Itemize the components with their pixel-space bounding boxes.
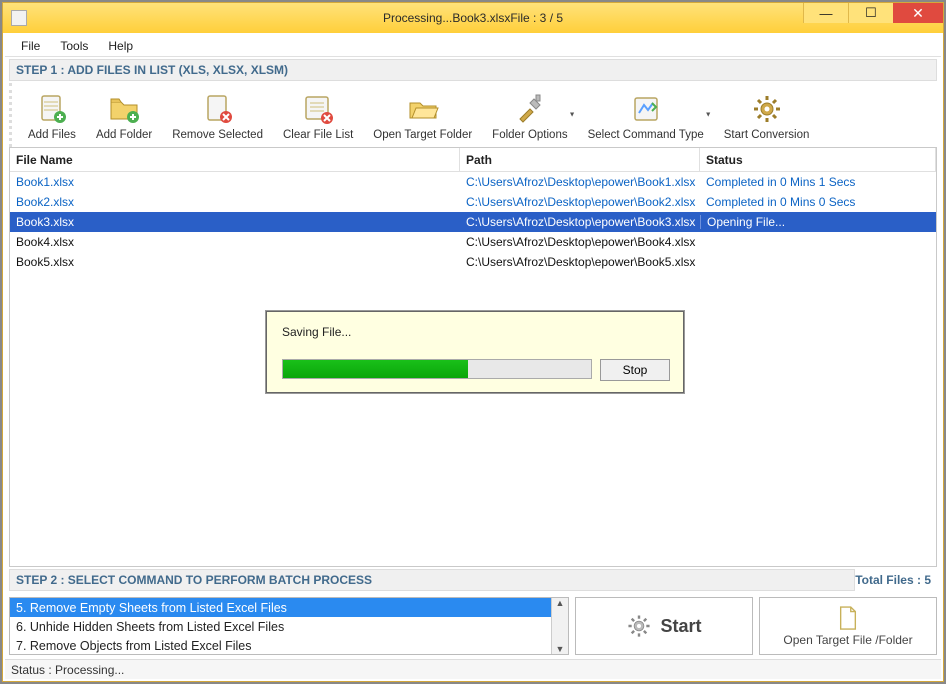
cell-path: C:\Users\Afroz\Desktop\epower\Book3.xlsx (460, 215, 700, 229)
add-files-label: Add Files (28, 129, 76, 141)
chevron-down-icon: ▼ (569, 112, 576, 119)
cell-status: Completed in 0 Mins 1 Secs (700, 175, 936, 189)
minimize-button[interactable]: — (803, 3, 848, 23)
folder-options-button[interactable]: Folder Options ▼ (482, 83, 577, 147)
app-window: Processing...Book3.xlsxFile : 3 / 5 — ☐ … (2, 2, 944, 682)
total-files-label: Total Files : 5 (855, 573, 937, 587)
add-folder-label: Add Folder (96, 129, 152, 141)
cell-path: C:\Users\Afroz\Desktop\epower\Book1.xlsx (460, 175, 700, 189)
folder-options-label: Folder Options (492, 129, 567, 141)
command-option[interactable]: 5. Remove Empty Sheets from Listed Excel… (10, 598, 551, 617)
toolbar: Add Files Add Folder Remove Selected Cle… (9, 83, 937, 147)
menu-tools[interactable]: Tools (50, 37, 98, 55)
progress-message: Saving File... (282, 325, 351, 339)
menu-help[interactable]: Help (98, 37, 143, 55)
add-files-button[interactable]: Add Files (18, 83, 86, 147)
status-bar: Status : Processing... (5, 659, 941, 679)
file-x-icon (202, 93, 234, 125)
chevron-down-icon: ▼ (705, 112, 712, 119)
select-command-type-button[interactable]: Select Command Type ▼ (578, 83, 714, 147)
cell-name: Book4.xlsx (10, 235, 460, 249)
scroll-down-icon[interactable]: ▼ (556, 644, 565, 654)
maximize-button[interactable]: ☐ (848, 3, 893, 23)
step1-header: STEP 1 : ADD FILES IN LIST (XLS, XLSX, X… (9, 59, 937, 81)
start-conversion-button[interactable]: Start Conversion (714, 83, 820, 147)
open-target-button[interactable]: Open Target File /Folder (759, 597, 937, 655)
command-option[interactable]: 7. Remove Objects from Listed Excel File… (10, 636, 551, 655)
menu-bar: File Tools Help (5, 35, 941, 57)
remove-selected-label: Remove Selected (172, 129, 263, 141)
progress-dialog: Saving File... Stop (265, 310, 685, 394)
open-target-label: Open Target File /Folder (783, 633, 912, 647)
cell-status: Opening File... (700, 215, 936, 229)
table-row[interactable]: Book1.xlsxC:\Users\Afroz\Desktop\epower\… (10, 172, 936, 192)
start-conversion-label: Start Conversion (724, 129, 810, 141)
file-icon (837, 605, 859, 631)
progress-bar (282, 359, 592, 379)
cell-path: C:\Users\Afroz\Desktop\epower\Book2.xlsx (460, 195, 700, 209)
clear-file-list-button[interactable]: Clear File List (273, 83, 363, 147)
command-scrollbar[interactable]: ▲ ▼ (551, 598, 568, 654)
progress-fill (283, 360, 468, 378)
stop-button[interactable]: Stop (600, 359, 670, 381)
table-row[interactable]: Book2.xlsxC:\Users\Afroz\Desktop\epower\… (10, 192, 936, 212)
cell-name: Book2.xlsx (10, 195, 460, 209)
command-list[interactable]: 5. Remove Empty Sheets from Listed Excel… (9, 597, 569, 655)
titlebar[interactable]: Processing...Book3.xlsxFile : 3 / 5 — ☐ … (3, 3, 943, 33)
scroll-up-icon[interactable]: ▲ (556, 598, 565, 608)
app-icon (11, 10, 27, 26)
step2-header: STEP 2 : SELECT COMMAND TO PERFORM BATCH… (9, 569, 855, 591)
remove-selected-button[interactable]: Remove Selected (162, 83, 273, 147)
gear-icon (626, 613, 652, 639)
command-icon (630, 93, 662, 125)
select-command-type-label: Select Command Type (588, 129, 704, 141)
start-button[interactable]: Start (575, 597, 753, 655)
table-row[interactable]: Book3.xlsxC:\Users\Afroz\Desktop\epower\… (10, 212, 936, 232)
file-plus-icon (36, 93, 68, 125)
close-button[interactable]: ✕ (893, 3, 943, 23)
col-header-path[interactable]: Path (460, 148, 700, 172)
cell-path: C:\Users\Afroz\Desktop\epower\Book4.xlsx (460, 235, 700, 249)
gear-icon (751, 93, 783, 125)
step2-wrap: STEP 2 : SELECT COMMAND TO PERFORM BATCH… (9, 569, 937, 591)
cell-status: Completed in 0 Mins 0 Secs (700, 195, 936, 209)
cell-name: Book3.xlsx (10, 215, 460, 229)
list-x-icon (302, 93, 334, 125)
add-folder-button[interactable]: Add Folder (86, 83, 162, 147)
open-target-folder-button[interactable]: Open Target Folder (363, 83, 482, 147)
folder-plus-icon (108, 93, 140, 125)
tools-icon (514, 93, 546, 125)
file-list-header: File Name Path Status (10, 148, 936, 172)
cell-path: C:\Users\Afroz\Desktop\epower\Book5.xlsx (460, 255, 700, 269)
open-target-folder-label: Open Target Folder (373, 129, 472, 141)
window-title: Processing...Book3.xlsxFile : 3 / 5 (3, 11, 943, 25)
command-option[interactable]: 6. Unhide Hidden Sheets from Listed Exce… (10, 617, 551, 636)
clear-file-list-label: Clear File List (283, 129, 353, 141)
col-header-name[interactable]: File Name (10, 148, 460, 172)
start-label: Start (660, 616, 701, 637)
cell-name: Book5.xlsx (10, 255, 460, 269)
table-row[interactable]: Book5.xlsxC:\Users\Afroz\Desktop\epower\… (10, 252, 936, 272)
table-row[interactable]: Book4.xlsxC:\Users\Afroz\Desktop\epower\… (10, 232, 936, 252)
cell-name: Book1.xlsx (10, 175, 460, 189)
menu-file[interactable]: File (11, 37, 50, 55)
window-controls: — ☐ ✕ (803, 3, 943, 23)
folder-open-icon (407, 93, 439, 125)
col-header-status[interactable]: Status (700, 148, 936, 172)
bottom-panel: 5. Remove Empty Sheets from Listed Excel… (9, 597, 937, 655)
